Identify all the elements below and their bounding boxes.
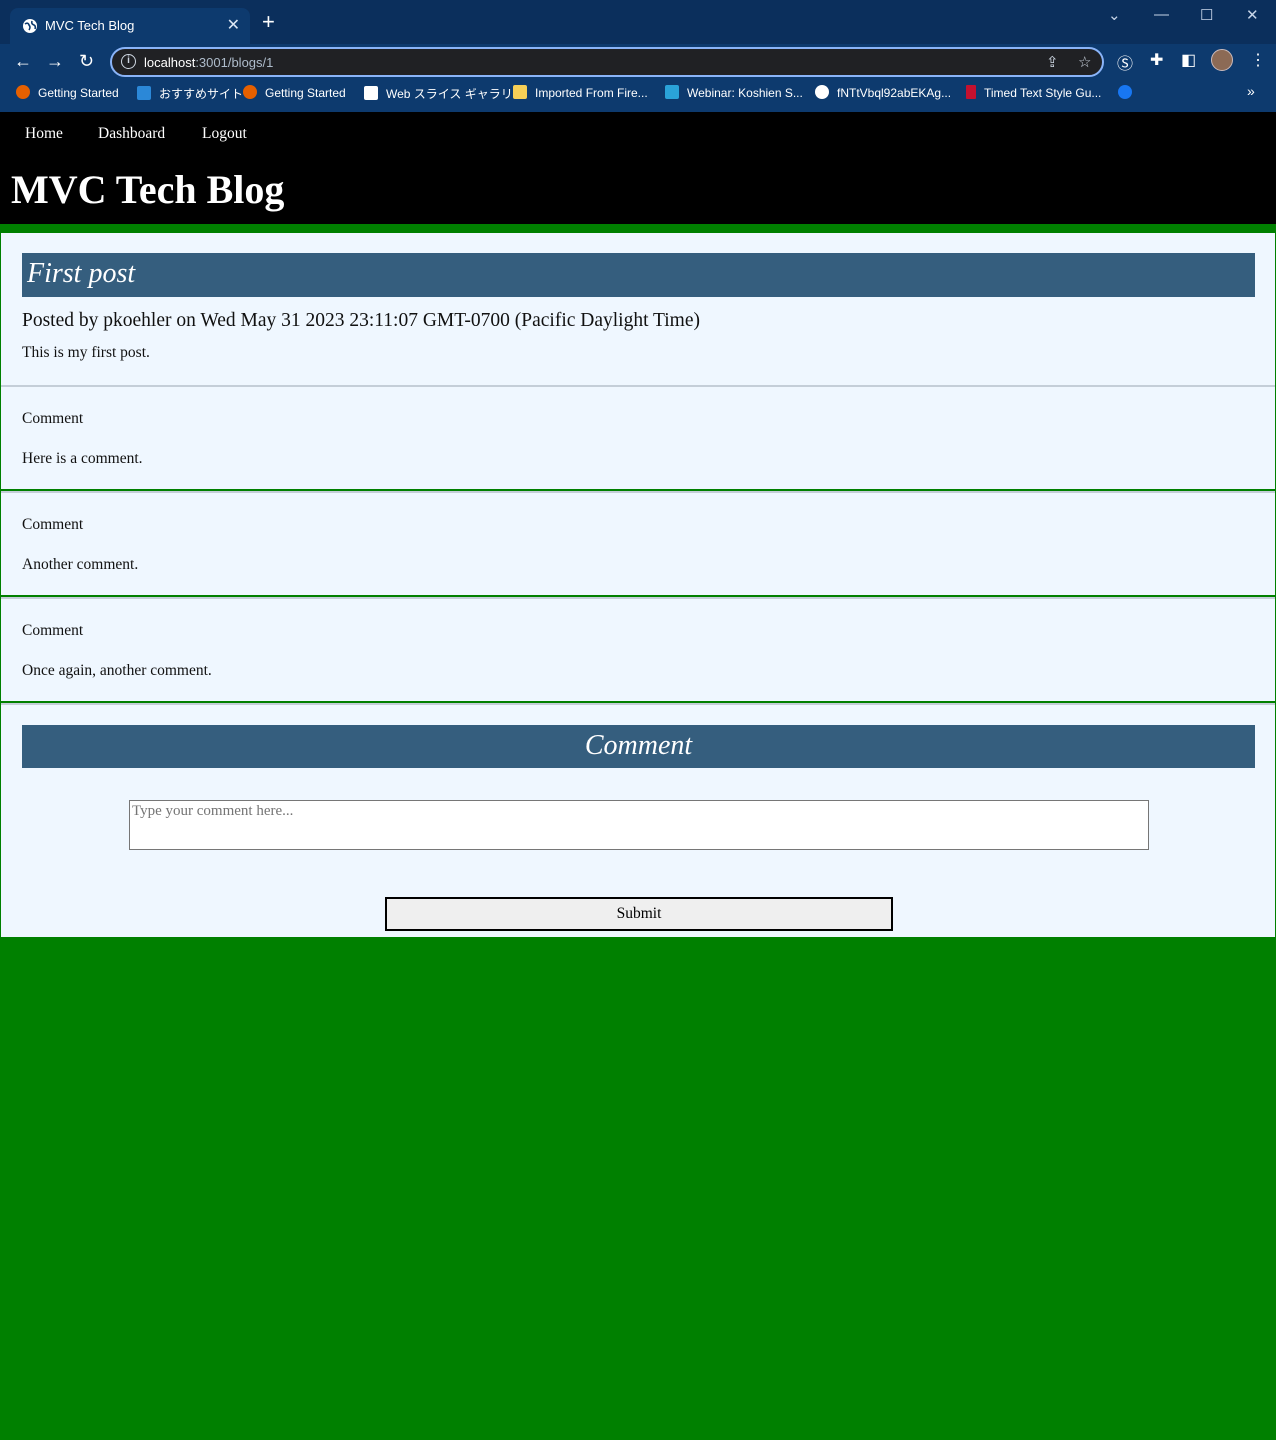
maximize-icon[interactable]: ☐ [1200, 6, 1213, 24]
side-panel-icon[interactable]: ◧ [1181, 50, 1196, 70]
bookmark-red-icon [966, 85, 976, 99]
bookmark-label: Getting Started [265, 86, 346, 100]
comment-label: Comment [22, 410, 84, 427]
post-body: This is my first post. [22, 344, 150, 361]
comment-item: Comment Here is a comment. [1, 385, 1275, 489]
bookmark-label: Timed Text Style Gu... [984, 86, 1102, 100]
extension-s-icon[interactable]: Ⓢ [1117, 50, 1133, 74]
nav-dashboard-link[interactable]: Dashboard [98, 125, 165, 143]
submit-button[interactable]: Submit [385, 897, 893, 931]
bookmark-label: Web スライス ギャラリー [386, 87, 525, 101]
post-meta: Posted by pkoehler on Wed May 31 2023 23… [22, 310, 700, 331]
url-host: localhost [144, 55, 196, 70]
bookmark-item[interactable]: Webinar: Koshien S... [665, 85, 803, 100]
post-title-bar: First post [22, 253, 1255, 297]
forward-icon[interactable]: → [46, 51, 64, 72]
site-title: MVC Tech Blog [11, 167, 285, 212]
bookmark-label: Imported From Fire... [535, 86, 648, 100]
comment-label: Comment [22, 516, 84, 533]
firefox-icon [243, 85, 257, 99]
url-path: :3001/blogs/1 [195, 55, 274, 70]
comment-label: Comment [22, 622, 84, 639]
comment-item: Comment Once again, another comment. [1, 597, 1275, 701]
browser-toolbar: ← → ↻ i localhost:3001/blogs/1 ⇪ ☆ Ⓢ ✚ ◧… [0, 44, 1276, 80]
bookmark-item[interactable]: Getting Started [243, 85, 346, 100]
bing-icon [137, 86, 151, 100]
form-title: Comment [584, 730, 693, 761]
close-window-icon[interactable]: ✕ [1246, 6, 1259, 24]
bookmark-label: Webinar: Koshien S... [687, 86, 803, 100]
share-icon[interactable]: ⇪ [1046, 53, 1059, 71]
comment-text: Here is a comment. [22, 450, 143, 467]
nav-home-link[interactable]: Home [25, 125, 63, 143]
comment-form: Comment Submit [1, 703, 1275, 937]
address-bar[interactable]: i localhost:3001/blogs/1 ⇪ ☆ [110, 47, 1104, 77]
site-info-icon[interactable]: i [121, 54, 136, 69]
globe-icon [815, 85, 829, 99]
new-tab-icon[interactable]: + [262, 11, 275, 33]
post-title: First post [27, 258, 136, 289]
comment-item: Comment Another comment. [1, 491, 1275, 595]
browser-tab[interactable]: MVC Tech Blog ✕ [10, 8, 250, 44]
bookmark-label: Getting Started [38, 86, 119, 100]
firefox-icon [16, 85, 30, 99]
bookmark-item[interactable]: Web スライス ギャラリー [364, 85, 525, 102]
site-header: Home Dashboard Logout MVC Tech Blog [0, 112, 1276, 224]
puzzle-icon[interactable]: ✚ [1150, 50, 1163, 70]
reload-icon[interactable]: ↻ [79, 51, 94, 72]
bookmark-item[interactable]: Timed Text Style Gu... [966, 85, 1101, 100]
bookmarks-overflow-icon[interactable]: » [1247, 83, 1255, 99]
form-title-bar: Comment [22, 725, 1255, 768]
menu-icon[interactable]: ⋮ [1250, 50, 1266, 70]
bookmark-item[interactable]: fNTtVbql92abEKAg... [815, 85, 951, 100]
comment-text: Once again, another comment. [22, 662, 212, 679]
back-icon[interactable]: ← [14, 51, 32, 72]
minimize-icon[interactable]: — [1154, 6, 1169, 23]
bookmarks-bar: Getting Started おすすめサイト Getting Started … [0, 80, 1276, 106]
browser-chrome: MVC Tech Blog ✕ + ⌄ — ☐ ✕ ← → ↻ i localh… [0, 0, 1276, 112]
tab-search-icon[interactable]: ⌄ [1108, 6, 1121, 24]
bookmark-star-icon[interactable]: ☆ [1078, 53, 1091, 71]
comment-text: Another comment. [22, 556, 139, 573]
folder-icon [513, 85, 527, 99]
facebook-icon [1118, 85, 1132, 99]
bookmark-item[interactable]: おすすめサイト [137, 85, 243, 102]
page: Home Dashboard Logout MVC Tech Blog Firs… [0, 112, 1276, 1440]
blog-post: First post Posted by pkoehler on Wed May… [1, 233, 1275, 385]
bookmark-item[interactable] [1118, 85, 1140, 100]
bookmark-item[interactable]: Getting Started [16, 85, 119, 100]
webinar-icon [665, 85, 679, 99]
nav-logout-link[interactable]: Logout [202, 125, 247, 143]
bookmark-label: fNTtVbql92abEKAg... [837, 86, 952, 100]
comment-textarea[interactable] [129, 800, 1149, 850]
bookmark-item[interactable]: Imported From Fire... [513, 85, 648, 100]
tab-title: MVC Tech Blog [45, 18, 135, 33]
globe-icon [23, 19, 37, 33]
bookmark-label: おすすめサイト [159, 87, 244, 101]
url-text: localhost:3001/blogs/1 [144, 55, 273, 70]
web-slice-icon [364, 86, 378, 100]
profile-avatar[interactable] [1211, 49, 1233, 71]
close-tab-icon[interactable]: ✕ [227, 15, 240, 35]
tab-strip: MVC Tech Blog ✕ + ⌄ — ☐ ✕ [0, 0, 1276, 44]
